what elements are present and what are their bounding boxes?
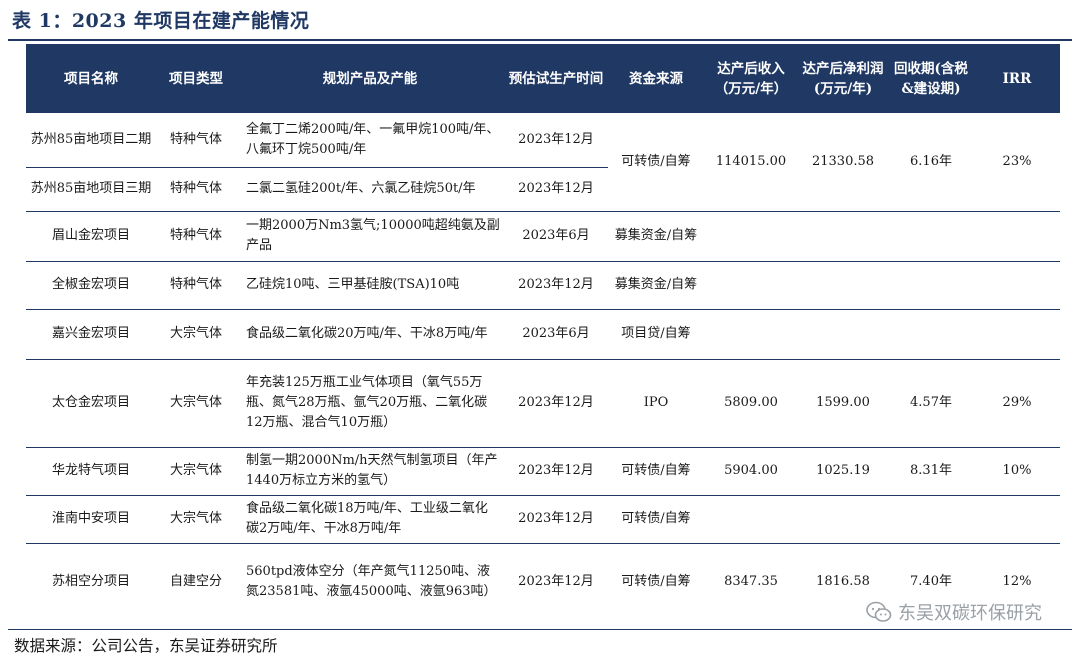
- project-product: 年充装125万瓶工业气体项目（氧气55万瓶、氮气28万瓶、氩气20万瓶、二氧化碳…: [236, 359, 504, 448]
- header-cell: IRR: [974, 44, 1060, 113]
- project-fund: 可转债/自筹: [608, 113, 704, 212]
- project-name: 眉山金宏项目: [26, 211, 156, 262]
- project-profit: 1025.19: [798, 447, 888, 496]
- header-row: 项目名称 项目类型 规划产品及产能 预估试生产时间 资金来源 达产后收入（万元/…: [26, 44, 1060, 113]
- project-fund: IPO: [608, 359, 704, 448]
- project-product: 食品级二氧化碳18万吨/年、工业级二氧化碳2万吨/年、干冰8万吨/年: [236, 495, 504, 544]
- project-product: 制氢一期2000Nm/h天然气制氢项目（年产1440万标立方米的氢气）: [236, 447, 504, 496]
- project-profit: 1599.00: [798, 359, 888, 448]
- project-product: 乙硅烷10吨、三甲基硅胺(TSA)10吨: [236, 261, 504, 310]
- project-payback: 8.31年: [888, 447, 974, 496]
- header-cell: 达产后收入（万元/年）: [704, 44, 798, 113]
- watermark: 东吴双碳环保研究: [866, 598, 1042, 626]
- project-fund: 项目贷/自筹: [608, 309, 704, 360]
- project-revenue: 5904.00: [704, 447, 798, 496]
- header-cell: 资金来源: [608, 44, 704, 113]
- project-name: 华龙特气项目: [26, 447, 156, 496]
- header-cell: 达产后净利润(万元/年): [798, 44, 888, 113]
- table-row: 淮南中安项目 大宗气体 食品级二氧化碳18万吨/年、工业级二氧化碳2万吨/年、干…: [26, 495, 1060, 544]
- project-time: 2023年6月: [504, 211, 608, 262]
- project-time: 2023年12月: [504, 113, 608, 168]
- table-row: 苏州85亩地项目二期 特种气体 全氟丁二烯200吨/年、一氟甲烷100吨/年、八…: [26, 113, 1060, 212]
- project-irr: 29%: [974, 359, 1060, 448]
- project-revenue: 8347.35: [724, 574, 778, 590]
- project-time: 2023年12月: [504, 447, 608, 496]
- project-profit: 21330.58: [798, 113, 888, 212]
- project-type: 大宗气体: [156, 359, 236, 448]
- project-payback: 6.16年: [888, 113, 974, 212]
- project-product: 食品级二氧化碳20万吨/年、干冰8万吨/年: [236, 309, 504, 360]
- project-type: 大宗气体: [156, 495, 236, 544]
- project-fund: 可转债/自筹: [608, 495, 704, 544]
- bottom-rule: [8, 629, 1072, 630]
- header-cell: 回收期(含税&建设期): [888, 44, 974, 113]
- project-payback: 4.57年: [888, 359, 974, 448]
- table-row: 眉山金宏项目 特种气体 一期2000万Nm3氢气;10000吨超纯氨及副产品 2…: [26, 211, 1060, 262]
- project-revenue: 114015.00: [704, 113, 798, 212]
- header-cell: 规划产品及产能: [236, 44, 504, 113]
- project-fund: 募集资金/自筹: [608, 211, 704, 262]
- project-name: 全椒金宏项目: [26, 261, 156, 310]
- project-product: 全氟丁二烯200吨/年、一氟甲烷100吨/年、八氟环丁烷500吨/年: [236, 113, 504, 168]
- project-name: 苏州85亩地项目三期: [26, 167, 156, 212]
- project-time: 2023年12月: [504, 359, 608, 448]
- project-fund: 可转债/自筹: [621, 574, 691, 590]
- wechat-icon: [866, 601, 892, 622]
- project-name: 苏州85亩地项目二期: [26, 113, 156, 168]
- table-row: 嘉兴金宏项目 大宗气体 食品级二氧化碳20万吨/年、干冰8万吨/年 2023年6…: [26, 309, 1060, 360]
- project-irr: 23%: [974, 113, 1060, 212]
- project-time: 2023年12月: [504, 167, 608, 212]
- capacity-table: 项目名称 项目类型 规划产品及产能 预估试生产时间 资金来源 达产后收入（万元/…: [26, 44, 1060, 621]
- project-type: 大宗气体: [156, 309, 236, 360]
- table-row: 全椒金宏项目 特种气体 乙硅烷10吨、三甲基硅胺(TSA)10吨 2023年12…: [26, 261, 1060, 310]
- source-note: 数据来源：公司公告，东吴证券研究所: [14, 637, 278, 655]
- project-type: 特种气体: [156, 167, 236, 212]
- project-fund: 募集资金/自筹: [608, 261, 704, 310]
- watermark-text: 东吴双碳环保研究: [898, 603, 1042, 624]
- top-rule: [8, 39, 1072, 41]
- project-time: 2023年12月: [504, 495, 608, 544]
- project-product: 二氯二氢硅200t/年、六氯乙硅烷50t/年: [236, 167, 504, 212]
- project-type: 自建空分: [169, 574, 222, 590]
- table-title: 表 1：2023 年项目在建产能情况: [12, 10, 310, 32]
- header-cell: 项目名称: [26, 44, 156, 113]
- project-product: 560tpd液体空分（年产氮气11250吨、液氮23581吨、液氩45000吨、…: [246, 564, 497, 600]
- project-name: 淮南中安项目: [26, 495, 156, 544]
- project-type: 特种气体: [156, 261, 236, 310]
- table-row: 华龙特气项目 大宗气体 制氢一期2000Nm/h天然气制氢项目（年产1440万标…: [26, 447, 1060, 496]
- project-irr: 10%: [974, 447, 1060, 496]
- project-product: 一期2000万Nm3氢气;10000吨超纯氨及副产品: [236, 211, 504, 262]
- project-time: 2023年6月: [504, 309, 608, 360]
- project-name: 苏相空分项目: [51, 574, 130, 590]
- project-type: 特种气体: [156, 211, 236, 262]
- header-cell: 项目类型: [156, 44, 236, 113]
- project-type: 特种气体: [156, 113, 236, 168]
- project-name: 太仓金宏项目: [26, 359, 156, 448]
- header-cell: 预估试生产时间: [504, 44, 608, 113]
- project-time: 2023年12月: [504, 261, 608, 310]
- project-time: 2023年12月: [518, 574, 594, 590]
- project-fund: 可转债/自筹: [608, 447, 704, 496]
- project-revenue: 5809.00: [704, 359, 798, 448]
- project-name: 嘉兴金宏项目: [26, 309, 156, 360]
- project-type: 大宗气体: [156, 447, 236, 496]
- table-row: 太仓金宏项目 大宗气体 年充装125万瓶工业气体项目（氧气55万瓶、氮气28万瓶…: [26, 359, 1060, 448]
